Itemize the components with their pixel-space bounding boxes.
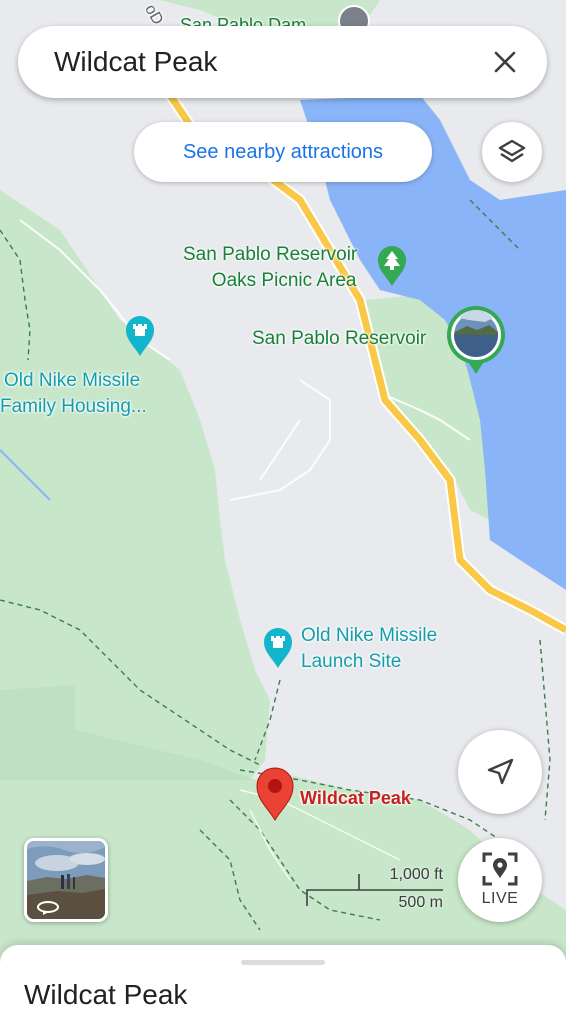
- nike-housing-label[interactable]: Old Nike Missile Family Housing...: [0, 368, 147, 420]
- landmark-pin-icon[interactable]: [262, 626, 294, 670]
- my-location-button[interactable]: [458, 730, 542, 814]
- scale-imperial: 1,000 ft: [389, 866, 443, 883]
- park-pin-icon[interactable]: [376, 244, 408, 288]
- close-icon[interactable]: [485, 42, 525, 82]
- place-title: Wildcat Peak: [24, 979, 188, 1010]
- photo-pin-icon[interactable]: [445, 304, 507, 376]
- see-nearby-attractions-button[interactable]: See nearby attractions: [134, 122, 432, 182]
- bottom-sheet[interactable]: Wildcat Peak: [0, 945, 566, 1023]
- layers-icon: [498, 139, 526, 163]
- layers-button[interactable]: [482, 122, 542, 182]
- nike-launch-label[interactable]: Old Nike Missile Launch Site: [301, 623, 437, 675]
- live-label: LIVE: [481, 890, 519, 907]
- drag-handle[interactable]: [241, 960, 325, 965]
- search-bar[interactable]: Wildcat Peak: [18, 26, 547, 98]
- live-view-icon: [482, 852, 518, 886]
- rotate-360-icon: [37, 901, 59, 915]
- street-view-thumbnail[interactable]: [24, 838, 108, 922]
- red-place-pin-icon[interactable]: [255, 766, 295, 822]
- wildcat-peak-map-label[interactable]: Wildcat Peak: [300, 785, 411, 811]
- reservoir-label[interactable]: San Pablo Reservoir: [252, 326, 426, 352]
- picnic-area-label[interactable]: San Pablo Reservoir Oaks Picnic Area: [183, 242, 357, 294]
- scale-metric: 500 m: [398, 894, 443, 911]
- search-query[interactable]: Wildcat Peak: [54, 46, 485, 78]
- navigation-arrow-icon: [487, 758, 514, 785]
- landmark-pin-icon[interactable]: [124, 314, 156, 358]
- live-view-button[interactable]: LIVE: [458, 838, 542, 922]
- map-scale: 1,000 ft 500 m: [305, 866, 445, 916]
